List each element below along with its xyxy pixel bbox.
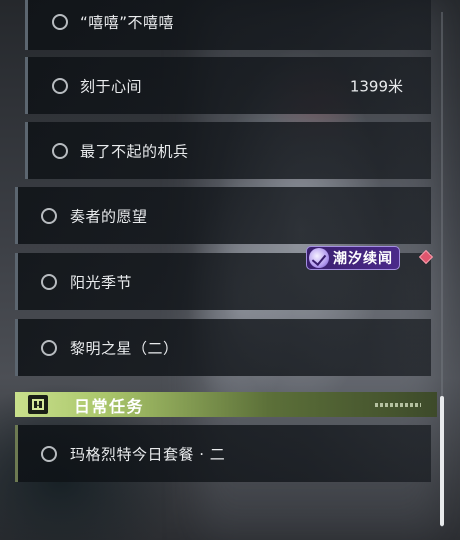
exclamation-icon: !: [28, 395, 48, 414]
daily-quest-item[interactable]: 玛格烈特今日套餐 · 二: [15, 425, 431, 482]
event-tag[interactable]: 潮汐续闻: [306, 246, 400, 270]
quest-label: 奏者的愿望: [70, 207, 148, 225]
quest-status-circle-icon: [41, 273, 57, 290]
quest-label: 阳光季节: [70, 273, 133, 291]
quest-item[interactable]: 黎明之星（二）: [15, 319, 431, 376]
section-title: 日常任务: [74, 396, 145, 416]
quest-item[interactable]: 最了不起的机兵: [25, 122, 431, 179]
quest-status-circle-icon: [52, 142, 68, 159]
quest-label: “嘻嘻”不嘻嘻: [80, 13, 175, 31]
quest-item[interactable]: “嘻嘻”不嘻嘻: [25, 0, 431, 50]
quest-label: 玛格烈特今日套餐 · 二: [70, 445, 226, 463]
daily-quests-header[interactable]: ! 日常任务: [15, 392, 437, 417]
quest-status-circle-icon: [52, 13, 68, 30]
quest-item[interactable]: 刻于心间 1399米: [25, 57, 431, 114]
tide-event-icon: [309, 248, 329, 268]
quest-status-circle-icon: [41, 445, 57, 462]
scrollbar-thumb[interactable]: [440, 396, 444, 526]
quest-status-circle-icon: [41, 339, 57, 356]
quest-item[interactable]: 奏者的愿望: [15, 187, 431, 244]
event-tag-label: 潮汐续闻: [333, 251, 393, 267]
quest-label: 黎明之星（二）: [70, 339, 179, 357]
quest-label: 最了不起的机兵: [80, 142, 189, 160]
quest-status-circle-icon: [52, 77, 68, 94]
header-decoration: [375, 403, 421, 407]
quest-label: 刻于心间: [80, 77, 143, 95]
quest-status-circle-icon: [41, 207, 57, 224]
quest-distance: 1399米: [349, 77, 403, 95]
